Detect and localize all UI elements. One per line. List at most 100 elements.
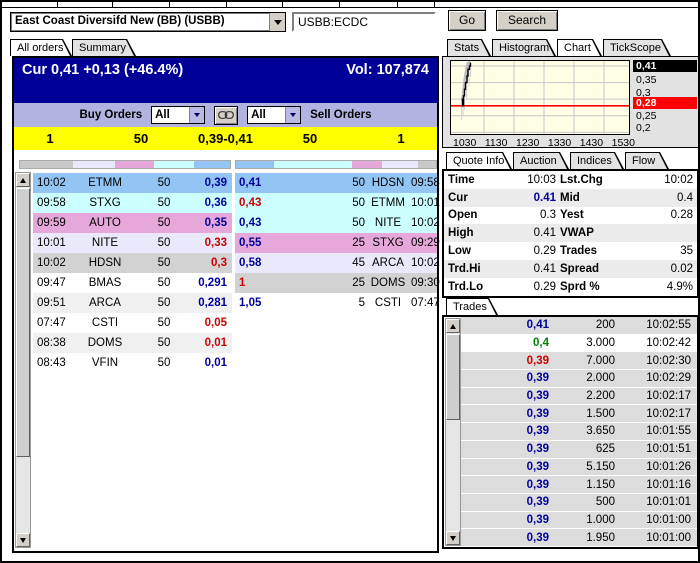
quote-info-row: Time10:03Lst.Chg10:02 bbox=[444, 171, 697, 189]
trade-row[interactable]: 0,397.00010:02:30 bbox=[461, 352, 697, 370]
x-tick: 1330 bbox=[548, 137, 571, 149]
order-book: 10:02ETMM500,39 09:58STXG500,36 09:59AUT… bbox=[14, 150, 437, 551]
trades-scrollbar[interactable] bbox=[445, 318, 461, 546]
chart-x-axis: 1030 1130 1230 1330 1430 1530 bbox=[453, 137, 635, 149]
go-button[interactable]: Go bbox=[448, 10, 486, 31]
depth-segment bbox=[194, 161, 230, 168]
tab-stats[interactable]: Stats bbox=[447, 39, 491, 56]
trade-row[interactable]: 0,391.50010:02:17 bbox=[461, 405, 697, 423]
y-axis-label: 0,35 bbox=[633, 74, 697, 86]
book-summary-row: 1 50 0,39-0,41 50 1 bbox=[14, 127, 437, 150]
buy-filter-dropdown-button[interactable] bbox=[189, 107, 204, 123]
buy-order-row[interactable]: 10:02ETMM500,39 bbox=[33, 173, 232, 193]
trade-row[interactable]: 0,392.00010:02:29 bbox=[461, 370, 697, 388]
buy-order-row[interactable]: 08:43VFIN500,01 bbox=[33, 353, 232, 373]
trades-list: 0,4120010:02:55 0,43.00010:02:42 0,397.0… bbox=[461, 317, 697, 547]
buy-orders-table: 10:02ETMM500,39 09:58STXG500,36 09:59AUT… bbox=[33, 173, 232, 373]
depth-segment bbox=[352, 161, 382, 168]
depth-segment bbox=[20, 161, 73, 168]
instrument-dropdown[interactable]: East Coast Diversifd New (BB) (USBB) bbox=[10, 12, 286, 32]
x-tick: 1030 bbox=[453, 137, 476, 149]
buy-order-row[interactable]: 09:59AUTO500,35 bbox=[33, 213, 232, 233]
chart-y-axis: 0,41 0,35 0,3 0,28 0,25 0,2 bbox=[633, 60, 697, 135]
trade-row[interactable]: 0,4120010:02:55 bbox=[461, 317, 697, 335]
trade-row[interactable]: 0,391.00010:01:00 bbox=[461, 512, 697, 530]
sell-order-row[interactable]: 0,4350NITE10:02 bbox=[235, 213, 437, 233]
trade-row[interactable]: 0,392.20010:02:17 bbox=[461, 388, 697, 406]
trade-row[interactable]: 0,43.00010:02:42 bbox=[461, 335, 697, 353]
depth-segment bbox=[418, 161, 436, 168]
price-chart-panel: 0,41 0,35 0,3 0,28 0,25 0,2 1030 1130 12… bbox=[442, 56, 699, 148]
tab-trades[interactable]: Trades bbox=[446, 298, 498, 315]
scroll-up-button[interactable] bbox=[16, 173, 30, 187]
arrow-up-icon bbox=[20, 178, 26, 183]
tab-divider bbox=[339, 2, 340, 8]
x-tick: 1130 bbox=[485, 137, 508, 149]
trade-row[interactable]: 0,3962510:01:51 bbox=[461, 441, 697, 459]
arrow-up-icon bbox=[450, 324, 456, 329]
tab-histogram[interactable]: Histogram bbox=[492, 39, 556, 56]
search-button[interactable]: Search bbox=[496, 10, 558, 31]
volume: Vol: 107,874 bbox=[346, 62, 429, 103]
sell-filter-dropdown[interactable]: All bbox=[247, 106, 301, 124]
tab-divider bbox=[282, 2, 283, 8]
trades-panel: 0,4120010:02:55 0,43.00010:02:42 0,397.0… bbox=[442, 315, 699, 549]
instrument-dropdown-value: East Coast Diversifd New (BB) (USBB) bbox=[11, 13, 269, 31]
sell-filter-dropdown-button[interactable] bbox=[285, 107, 300, 123]
tab-divider bbox=[57, 2, 58, 8]
buy-order-row[interactable]: 07:47CSTI500,05 bbox=[33, 313, 232, 333]
buy-order-row[interactable]: 09:58STXG500,36 bbox=[33, 193, 232, 213]
symbol-input[interactable] bbox=[292, 12, 436, 32]
sell-order-row[interactable]: 0,4150HDSN09:58 bbox=[235, 173, 437, 193]
y-axis-label: 0,2 bbox=[633, 122, 697, 134]
trade-row[interactable]: 0,393.65010:01:55 bbox=[461, 423, 697, 441]
buy-filter-dropdown[interactable]: All bbox=[151, 106, 205, 124]
x-tick: 1230 bbox=[516, 137, 539, 149]
tab-chart[interactable]: Chart bbox=[557, 39, 602, 56]
tab-summary[interactable]: Summary bbox=[72, 39, 136, 56]
scroll-down-button[interactable] bbox=[16, 533, 30, 547]
tab-all-orders[interactable]: All orders bbox=[10, 39, 72, 56]
quote-info-row: High0.41VWAP bbox=[444, 224, 697, 242]
tab-auction[interactable]: Auction bbox=[513, 152, 569, 169]
quote-info-panel: Time10:03Lst.Chg10:02 Cur0.41Mid0.4 Open… bbox=[442, 169, 699, 298]
depth-segment bbox=[115, 161, 155, 168]
sell-order-row[interactable]: 0,4350ETMM10:01 bbox=[235, 193, 437, 213]
buy-order-row[interactable]: 10:02HDSN500,3 bbox=[33, 253, 232, 273]
trade-row[interactable]: 0,391.15010:01:16 bbox=[461, 476, 697, 494]
scroll-down-button[interactable] bbox=[446, 531, 460, 545]
chevron-down-icon bbox=[194, 113, 200, 117]
sell-order-row[interactable]: 125DOMS09:30 bbox=[235, 273, 437, 293]
quote-header: Cur 0,41 +0,13 (+46.4%) Vol: 107,874 bbox=[14, 58, 437, 103]
sell-filter-value: All bbox=[248, 107, 285, 123]
quote-info-row: Cur0.41Mid0.4 bbox=[444, 189, 697, 207]
trade-row[interactable]: 0,3950010:01:01 bbox=[461, 494, 697, 512]
tab-indices[interactable]: Indices bbox=[570, 152, 624, 169]
tab-quote-info[interactable]: Quote Info bbox=[446, 152, 512, 169]
depth-segment bbox=[73, 161, 115, 168]
scroll-up-button[interactable] bbox=[446, 319, 460, 333]
link-views-button[interactable] bbox=[214, 106, 238, 125]
depth-segment bbox=[274, 161, 352, 168]
sell-order-row[interactable]: 0,5845ARCA10:02 bbox=[235, 253, 437, 273]
sell-order-row[interactable]: 1,055CSTI07:47 bbox=[235, 293, 437, 313]
buy-order-row[interactable]: 09:51ARCA500,281 bbox=[33, 293, 232, 313]
order-book-scrollbar[interactable] bbox=[15, 172, 31, 548]
trade-row[interactable]: 0,391.95010:01:00 bbox=[461, 529, 697, 547]
current-price-change: Cur 0,41 +0,13 (+46.4%) bbox=[22, 62, 183, 103]
buy-order-row[interactable]: 09:47BMAS500,291 bbox=[33, 273, 232, 293]
tab-tickscope[interactable]: TickScope bbox=[603, 39, 671, 56]
sell-order-row[interactable]: 0,5525STXG09:29 bbox=[235, 233, 437, 253]
scrollbar-thumb[interactable] bbox=[16, 188, 30, 457]
x-tick: 1430 bbox=[580, 137, 603, 149]
buy-order-row[interactable]: 08:38DOMS500,01 bbox=[33, 333, 232, 353]
trading-window: East Coast Diversifd New (BB) (USBB) Go … bbox=[0, 0, 700, 563]
tab-divider bbox=[434, 2, 435, 8]
buy-order-row[interactable]: 10:01NITE500,33 bbox=[33, 233, 232, 253]
sell-depth-bar bbox=[235, 160, 437, 169]
scrollbar-thumb[interactable] bbox=[446, 334, 460, 420]
trade-row[interactable]: 0,395.15010:01:26 bbox=[461, 459, 697, 477]
tab-flow[interactable]: Flow bbox=[625, 152, 669, 169]
instrument-dropdown-button[interactable] bbox=[269, 13, 285, 31]
buy-order-count: 1 bbox=[14, 131, 86, 146]
